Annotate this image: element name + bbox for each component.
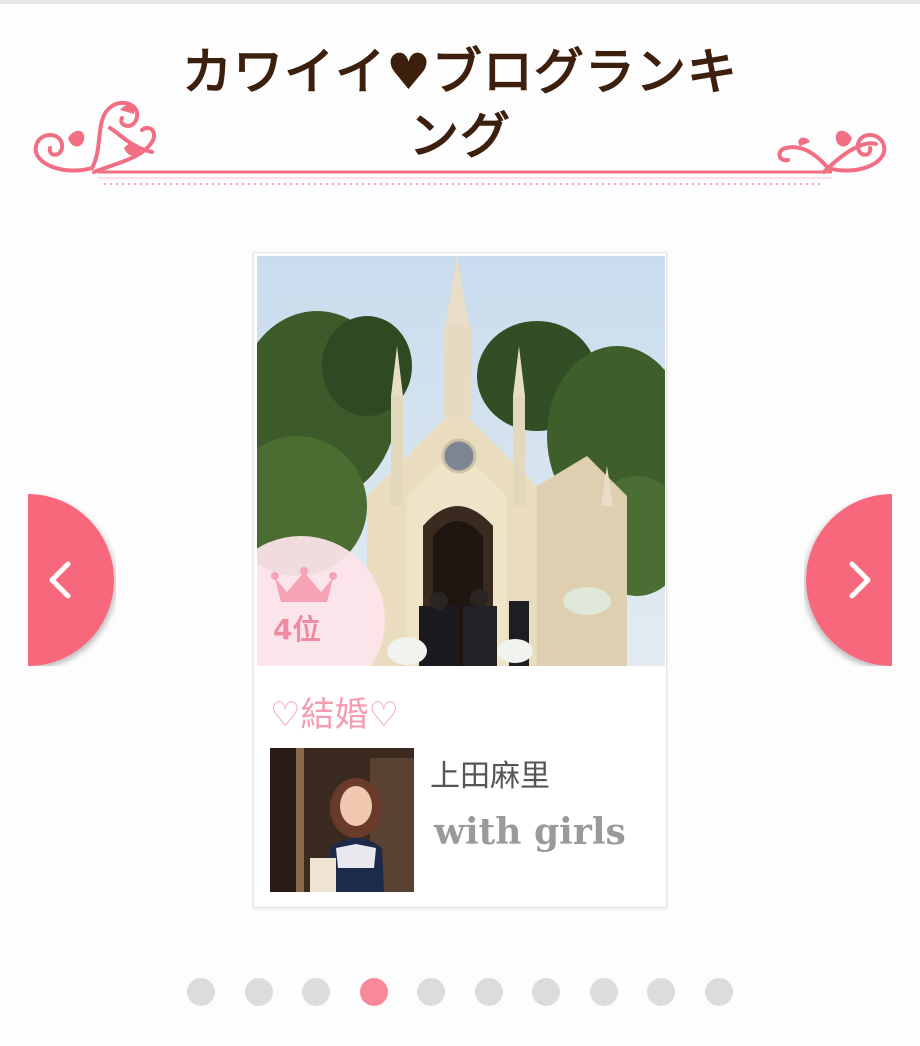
pagination-dot[interactable] — [187, 978, 215, 1006]
rank-label: 4位 — [273, 613, 321, 646]
chevron-left-icon — [49, 561, 71, 599]
blog-card[interactable]: 4位 ♡結婚♡ 上田麻里 with girls — [253, 252, 667, 908]
pagination-dot-active[interactable] — [359, 978, 388, 1006]
prev-button[interactable] — [28, 494, 116, 666]
crown-icon — [271, 567, 337, 602]
ranking-widget: カワイイ♥ブログランキング 4位 ♡結婚♡ 上田麻里 with girls — [0, 0, 920, 1046]
pagination-dot[interactable] — [417, 978, 445, 1006]
pagination-dot[interactable] — [589, 978, 618, 1006]
top-divider — [0, 0, 920, 4]
chevron-right-icon — [849, 561, 871, 599]
pagination-dot[interactable] — [647, 978, 675, 1006]
author-avatar[interactable] — [270, 748, 414, 892]
pagination-dot[interactable] — [532, 978, 560, 1006]
next-button[interactable] — [804, 494, 892, 666]
pagination-dot[interactable] — [244, 978, 273, 1006]
pagination-dot[interactable] — [302, 978, 330, 1006]
pagination-dot[interactable] — [474, 978, 503, 1006]
category-label: with girls — [434, 811, 626, 853]
title-ornament — [33, 100, 887, 185]
blog-cover-image[interactable]: 4位 — [257, 256, 665, 666]
author-name[interactable]: 上田麻里 — [430, 751, 550, 795]
blog-title[interactable]: ♡結婚♡ — [270, 687, 399, 736]
pagination-dot[interactable] — [704, 978, 733, 1006]
